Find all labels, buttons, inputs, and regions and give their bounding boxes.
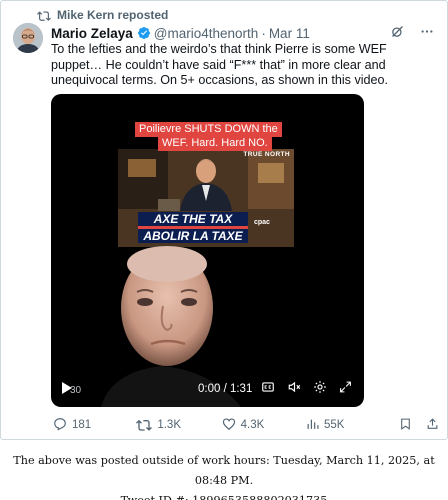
video-time: 0:00 / 1:31 <box>198 383 253 395</box>
tweet-text: To the lefties and the weirdo’s that thi… <box>51 42 389 88</box>
verified-badge-icon <box>137 26 151 40</box>
separator: · <box>261 25 266 41</box>
share-icon[interactable] <box>426 417 439 434</box>
like-button[interactable]: 4.3K <box>222 417 306 434</box>
post-date[interactable]: Mar 11 <box>269 26 310 41</box>
news-clip-frame: TRUE NORTH AXE THE TAX ABOLIR LA TAXE cp… <box>118 149 294 247</box>
reply-button[interactable]: 181 <box>53 417 136 434</box>
fullscreen-icon[interactable] <box>339 380 352 399</box>
tweet-card[interactable]: Mike Kern reposted Mario Zelaya @mario4t… <box>0 0 448 440</box>
reply-count: 181 <box>72 419 92 431</box>
like-count: 4.3K <box>240 419 265 431</box>
video-caption-line2: WEF. Hard. Hard NO. <box>158 136 272 151</box>
view-count: 55K <box>323 419 345 431</box>
repost-button[interactable]: 1.3K <box>136 417 221 434</box>
author-name[interactable]: Mario Zelaya <box>51 26 133 41</box>
settings-gear-icon[interactable] <box>313 380 327 399</box>
footer-note: The above was posted outside of work hou… <box>0 451 448 500</box>
tweet-header: Mario Zelaya @mario4thenorth · Mar 11 <box>51 24 435 42</box>
captions-icon[interactable] <box>261 380 275 399</box>
footer-posted-time: The above was posted outside of work hou… <box>13 454 435 487</box>
news-station-label: TRUE NORTH <box>243 151 290 158</box>
footer-tweet-id: Tweet ID #: 1899653588802031735 <box>0 491 448 500</box>
repost-label[interactable]: Mike Kern reposted <box>57 8 168 22</box>
banner-axe-the-tax: AXE THE TAX <box>138 212 248 226</box>
reply-icon <box>53 417 67 434</box>
more-options-icon[interactable] <box>419 24 435 42</box>
video-controls: 30 0:00 / 1:31 <box>51 369 364 407</box>
repost-icon <box>136 417 153 434</box>
mute-icon[interactable] <box>287 380 302 399</box>
repost-icon <box>37 9 51 21</box>
video-caption-line1: Poilievre SHUTS DOWN the <box>135 122 282 137</box>
network-logo: cpac <box>254 219 270 226</box>
video-player[interactable]: TRUE NORTH AXE THE TAX ABOLIR LA TAXE cp… <box>51 94 364 407</box>
banner-abolir-la-taxe: ABOLIR LA TAXE <box>138 229 248 243</box>
views-chart-icon <box>306 417 319 434</box>
grok-icon[interactable] <box>390 24 405 42</box>
bookmark-icon[interactable] <box>399 417 412 434</box>
views-button[interactable]: 55K <box>306 417 399 434</box>
repost-count: 1.3K <box>157 419 182 431</box>
tweet-action-bar: 181 1.3K 4.3K 55K <box>53 417 439 433</box>
repost-indicator: Mike Kern reposted <box>37 8 168 22</box>
author-handle[interactable]: @mario4thenorth <box>154 26 259 41</box>
heart-icon <box>222 417 236 434</box>
avatar[interactable] <box>13 23 43 53</box>
rewind-label: 30 <box>70 385 82 396</box>
